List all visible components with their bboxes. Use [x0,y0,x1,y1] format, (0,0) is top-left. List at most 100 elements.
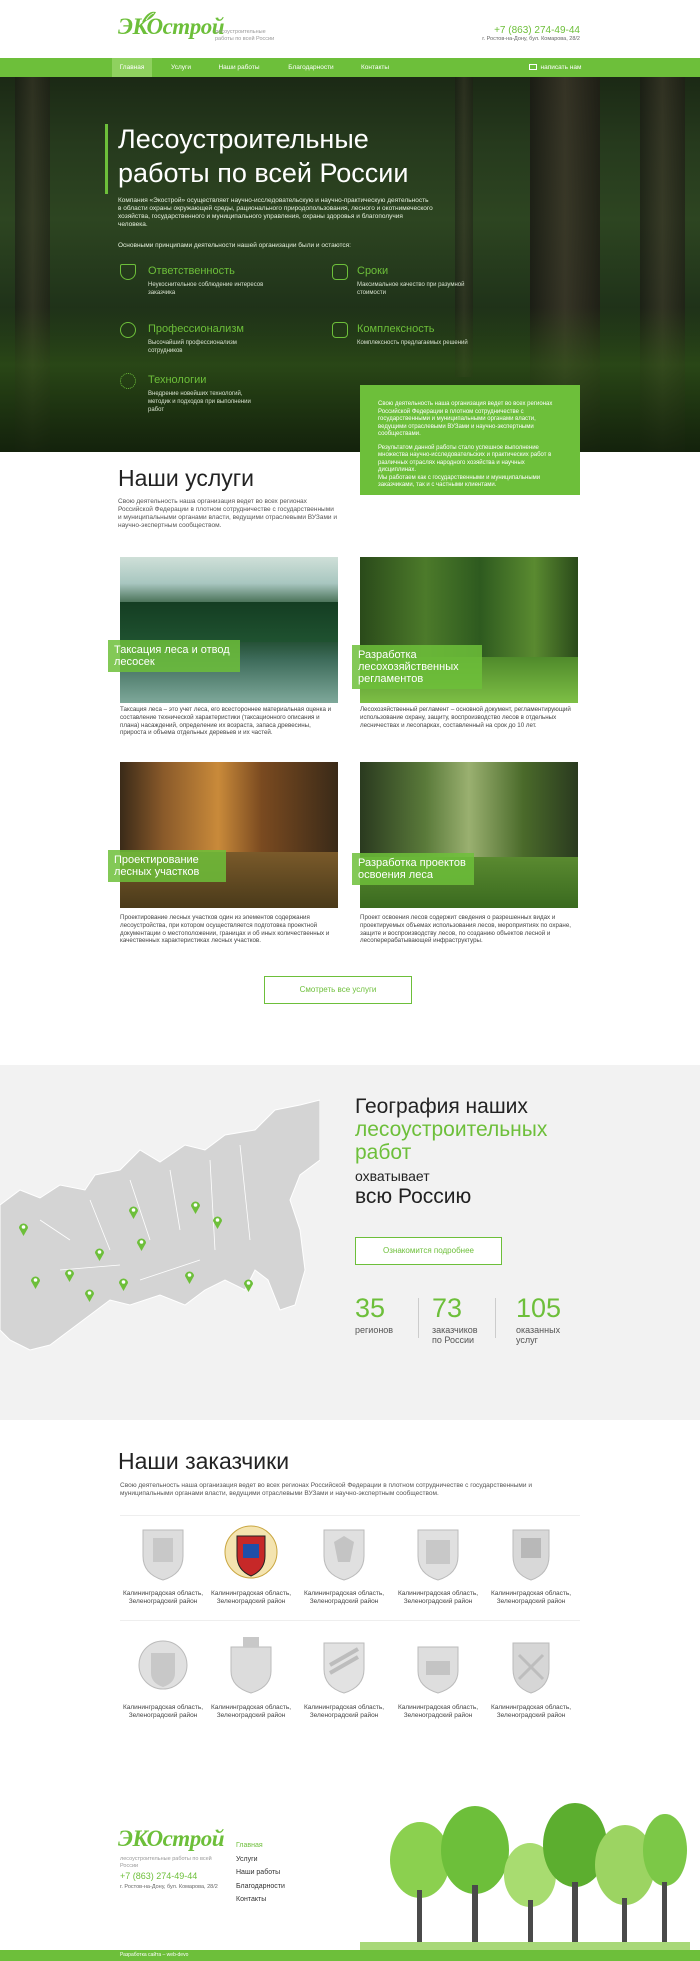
map-pin-icon[interactable] [64,1268,75,1282]
coat-of-arms-icon[interactable] [316,1635,372,1695]
nav-item-home[interactable]: Главная [112,58,152,77]
customer-label: Калининградская область, Зеленоградский … [210,1704,292,1719]
stat-label: заказчиков по России [432,1325,478,1345]
footer-phone[interactable]: +7 (863) 274-49-44 [120,1871,197,1881]
feature-text: Высочайший профессионализм сотрудников [148,340,237,354]
footer-link-services[interactable]: Услуги [236,1853,285,1867]
map-pin-icon[interactable] [118,1277,129,1291]
customer-label: Калининградская область, Зеленоградский … [490,1704,572,1719]
footer-credit[interactable]: Разработка сайта – web-devo [120,1952,188,1958]
person-icon [120,322,136,338]
map-pin-icon[interactable] [190,1200,201,1214]
map-pin-icon[interactable] [136,1237,147,1251]
forest-floor [0,307,700,452]
footer-link-home[interactable]: Главная [236,1839,285,1853]
geo-title-line: всю Россию [355,1185,472,1208]
logo[interactable]: ЭКОстрой [118,14,225,40]
service-image[interactable] [120,762,338,908]
footer-logo[interactable]: ЭКОстрой [118,1826,225,1852]
nav-item-works[interactable]: Наши работы [210,58,268,77]
coat-of-arms-icon[interactable] [503,1635,559,1695]
services-title: Наши услуги [118,465,254,491]
service-label[interactable]: Проектирование лесных участков [108,850,226,882]
nav-item-thanks[interactable]: Благодарности [280,58,342,77]
coat-of-arms-icon[interactable] [410,1522,466,1582]
write-us-label: написать нам [540,64,582,71]
trees-illustration [360,1803,690,1950]
hero-intro: Компания «Экострой» осуществляет научно-… [118,197,433,228]
coat-of-arms-icon[interactable] [223,1635,279,1695]
stat-number: 35 [355,1293,386,1323]
customer-label: Калининградская область, Зеленоградский … [490,1590,572,1605]
customer-label: Калининградская область, Зеленоградский … [122,1704,204,1719]
header-phone[interactable]: +7 (863) 274-49-44 [440,25,580,36]
footer-link-works[interactable]: Наши работы [236,1866,285,1880]
services-intro: Свою деятельность наша организация ведет… [118,498,337,529]
all-services-button[interactable]: Смотреть все услуги [264,976,412,1004]
header-address: г. Ростов-на-Дону, бул. Комарова, 28/2 [482,36,580,42]
feature-text: Внедрение новейших технологий, методик и… [148,391,251,413]
service-label[interactable]: Таксация леса и отвод лесосек [108,640,240,672]
service-image[interactable] [360,762,578,908]
header: ЭКОстрой лесоустроительные работы по все… [0,0,700,58]
map-pin-icon[interactable] [18,1222,29,1236]
geo-more-button[interactable]: Ознакомится подробнее [355,1237,502,1265]
footer-bottom-bar: Разработка сайта – web-devo [0,1950,700,1961]
stat-number: 105 [516,1293,562,1323]
feature-text: Максимальное качество при разумной стоим… [357,282,465,296]
map-pin-icon[interactable] [212,1215,223,1229]
footer-link-thanks[interactable]: Благодарности [236,1880,285,1894]
feature-text: Комплексность предлагаемых решений [357,340,468,346]
coat-of-arms-icon[interactable] [135,1635,191,1695]
customer-label: Калининградская область, Зеленоградский … [122,1590,204,1605]
stat-label: оказанных услуг [516,1325,561,1345]
coat-of-arms-icon[interactable] [503,1522,559,1582]
coat-of-arms-icon[interactable] [135,1522,191,1582]
shield-icon [120,264,136,280]
info-paragraph: Мы работаем как с государственными и мун… [378,474,541,489]
puzzle-icon [332,322,348,338]
grid-divider [120,1515,580,1516]
hero-title: Лесоустроительные работы по всей России [118,124,409,188]
map-pin-icon[interactable] [128,1205,139,1219]
map-pin-icon[interactable] [84,1288,95,1302]
service-text: Лесохозяйственный регламент – основной д… [360,706,571,729]
feature-title: Ответственность [148,265,235,277]
feature-title: Сроки [357,265,389,277]
feature-title: Комплексность [357,323,435,335]
service-label[interactable]: Разработка проектов освоения леса [352,853,474,885]
service-text: Проект освоения лесов содержит сведения … [360,914,571,945]
stat-divider [495,1298,496,1338]
hero-info-box: Свою деятельность наша организация ведет… [360,385,580,495]
feature-text: Неукоснительное соблюдение интересов зак… [148,282,264,296]
map-pin-icon[interactable] [184,1270,195,1284]
customer-label: Калининградская область, Зеленоградский … [397,1704,479,1719]
nav-item-services[interactable]: Услуги [160,58,202,77]
geo-title-line: лесоустроительных работ [355,1118,548,1164]
service-label[interactable]: Разработка лесохозяйственных регламентов [352,645,482,689]
logo-text: ЭКОстрой [118,14,225,39]
logo-tagline: лесоустроительные работы по всей России [215,29,275,42]
map-pin-icon[interactable] [94,1247,105,1261]
stat-label: регионов [355,1325,394,1335]
customer-label: Калининградская область, Зеленоградский … [303,1704,385,1719]
feature-title: Технологии [148,374,207,386]
logo-leaf-icon [142,11,156,22]
coat-of-arms-icon[interactable] [410,1635,466,1695]
stat-number: 73 [432,1293,463,1323]
info-paragraph: Свою деятельность наша организация ведет… [378,401,553,437]
stat-divider [418,1298,419,1338]
footer-link-contacts[interactable]: Контакты [236,1893,285,1907]
calendar-icon [332,264,348,280]
nav-item-contacts[interactable]: Контакты [350,58,400,77]
grid-divider [120,1620,580,1621]
map-pin-icon[interactable] [243,1278,254,1292]
coat-of-arms-icon[interactable] [316,1522,372,1582]
coat-of-arms-icon[interactable] [223,1522,279,1582]
service-image[interactable] [120,557,338,703]
info-paragraph: Результатом данной работы стало успешное… [378,444,552,474]
map-pin-icon[interactable] [30,1275,41,1289]
footer-address: г. Ростов-на-Дону, бул. Комарова, 28/2 [120,1884,218,1890]
hero-principles: Основными принципами деятельности нашей … [118,242,351,249]
write-us-button[interactable]: написать нам [520,58,590,77]
